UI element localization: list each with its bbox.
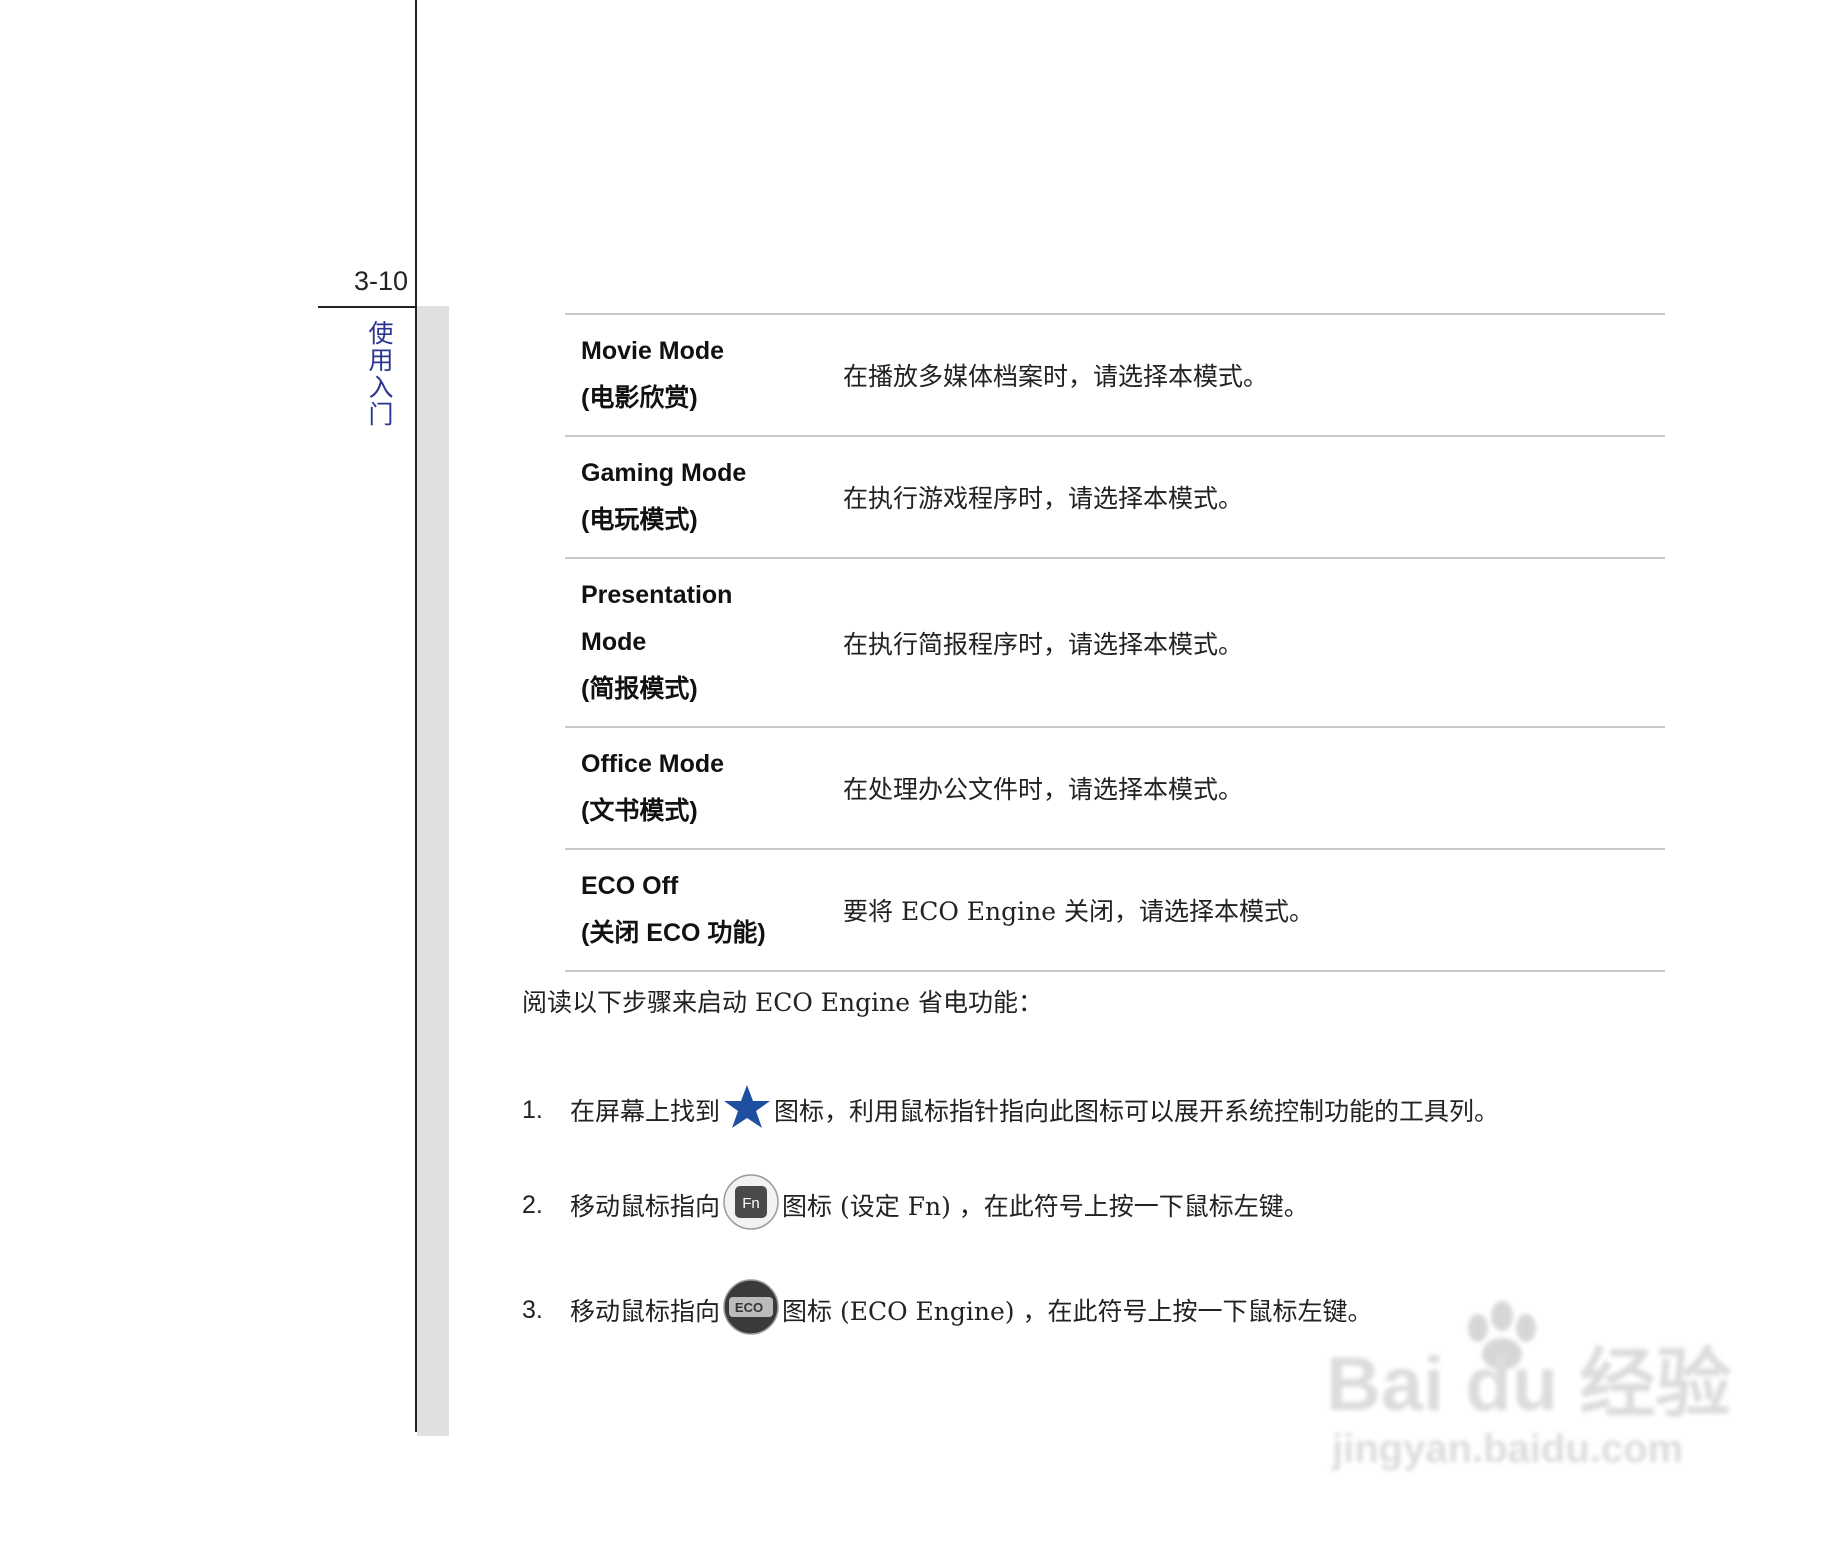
section-title-char: 用 — [368, 346, 394, 375]
mode-description: 在播放多媒体档案时，请选择本模式。 — [843, 362, 1269, 391]
baidu-watermark: Bai du 经验 jingyan.baidu.com — [1318, 1280, 1758, 1480]
mode-name-line: Mode — [581, 628, 647, 656]
mode-description: 在执行简报程序时，请选择本模式。 — [843, 629, 1244, 659]
step-item: 3. 移动鼠标指向 ECO 图标 (ECO Engine) ，在此符号上按一下鼠… — [522, 1278, 1373, 1342]
mode-name-line: Office Mode — [581, 750, 725, 778]
intro-text: 阅读以下步骤来启动 ECO Engine 省电功能： — [522, 988, 1043, 1017]
fn-icon-label: Fn — [742, 1195, 760, 1212]
table-row: ECO Off (关闭 ECO 功能) 要将 ECO Engine 关闭，请选择… — [565, 849, 1665, 971]
step-text-before: 移动鼠标指向 — [570, 1192, 721, 1221]
section-title: 使 用 入 门 — [365, 320, 397, 428]
step-text-after: 图标 (设定 Fn) ，在此符号上按一下鼠标左键。 — [782, 1192, 1309, 1221]
mode-description: 在执行游戏程序时，请选择本模式。 — [843, 484, 1244, 513]
table-row: Office Mode (文书模式) 在处理办公文件时，请选择本模式。 — [565, 727, 1665, 849]
eco-icon-label: ECO — [735, 1300, 763, 1315]
mode-name-line: (文书模式) — [581, 797, 698, 825]
eco-icon: ECO — [722, 1278, 780, 1342]
step-item: 2. 移动鼠标指向 Fn 图标 (设定 Fn) ，在此符号上按一下鼠标左键。 — [522, 1173, 1309, 1237]
margin-horizontal-rule — [318, 306, 416, 308]
mode-name-line: ECO Off — [581, 872, 679, 900]
mode-name-line: (电玩模式) — [581, 506, 698, 534]
section-title-char: 门 — [368, 400, 394, 429]
watermark-url: jingyan.baidu.com — [1331, 1427, 1683, 1471]
eco-modes-table: Movie Mode (电影欣赏) 在播放多媒体档案时，请选择本模式。 Gami… — [565, 313, 1665, 972]
mode-description: 在处理办公文件时，请选择本模式。 — [843, 775, 1244, 804]
mode-name-cell: Office Mode (文书模式) — [565, 727, 837, 849]
step-number: 3. — [522, 1295, 543, 1324]
mode-description: 要将 ECO Engine 关闭，请选择本模式。 — [843, 897, 1314, 926]
step-text-after: 图标，利用鼠标指针指向此图标可以展开系统控制功能的工具列。 — [774, 1097, 1500, 1126]
step-text-before: 在屏幕上找到 — [570, 1097, 721, 1126]
star-icon — [722, 1082, 772, 1138]
step-item: 1. 在屏幕上找到 图标，利用鼠标指针指向此图标可以展开系统控制功能的工具列。 — [522, 1080, 1499, 1140]
watermark-logo: Bai du 经验 — [1326, 1342, 1731, 1427]
side-gray-bar — [417, 306, 449, 1436]
mode-name-cell: Gaming Mode (电玩模式) — [565, 436, 837, 558]
mode-name-cell: Presentation Mode (简报模式) — [565, 558, 837, 727]
table-row: Presentation Mode (简报模式) 在执行简报程序时，请选择本模式… — [565, 558, 1665, 727]
table-row: Movie Mode (电影欣赏) 在播放多媒体档案时，请选择本模式。 — [565, 314, 1665, 436]
step-text-before: 移动鼠标指向 — [570, 1297, 721, 1326]
mode-name-line: (关闭 ECO 功能) — [581, 919, 766, 947]
page-number: 3-10 — [353, 266, 408, 296]
section-title-char: 使 — [368, 319, 394, 348]
mode-name-line: Presentation — [581, 581, 733, 609]
mode-name-line: (电影欣赏) — [581, 384, 698, 412]
mode-name-line: Movie Mode — [581, 337, 725, 365]
step-text-after: 图标 (ECO Engine) ，在此符号上按一下鼠标左键。 — [782, 1297, 1373, 1326]
step-number: 1. — [522, 1095, 543, 1124]
mode-name-cell: ECO Off (关闭 ECO 功能) — [565, 849, 837, 971]
mode-name-line: Gaming Mode — [581, 459, 747, 487]
table-row: Gaming Mode (电玩模式) 在执行游戏程序时，请选择本模式。 — [565, 436, 1665, 558]
mode-name-cell: Movie Mode (电影欣赏) — [565, 314, 837, 436]
section-title-char: 入 — [368, 373, 394, 402]
step-number: 2. — [522, 1190, 543, 1219]
mode-name-line: (简报模式) — [581, 675, 698, 703]
fn-icon: Fn — [722, 1173, 780, 1237]
